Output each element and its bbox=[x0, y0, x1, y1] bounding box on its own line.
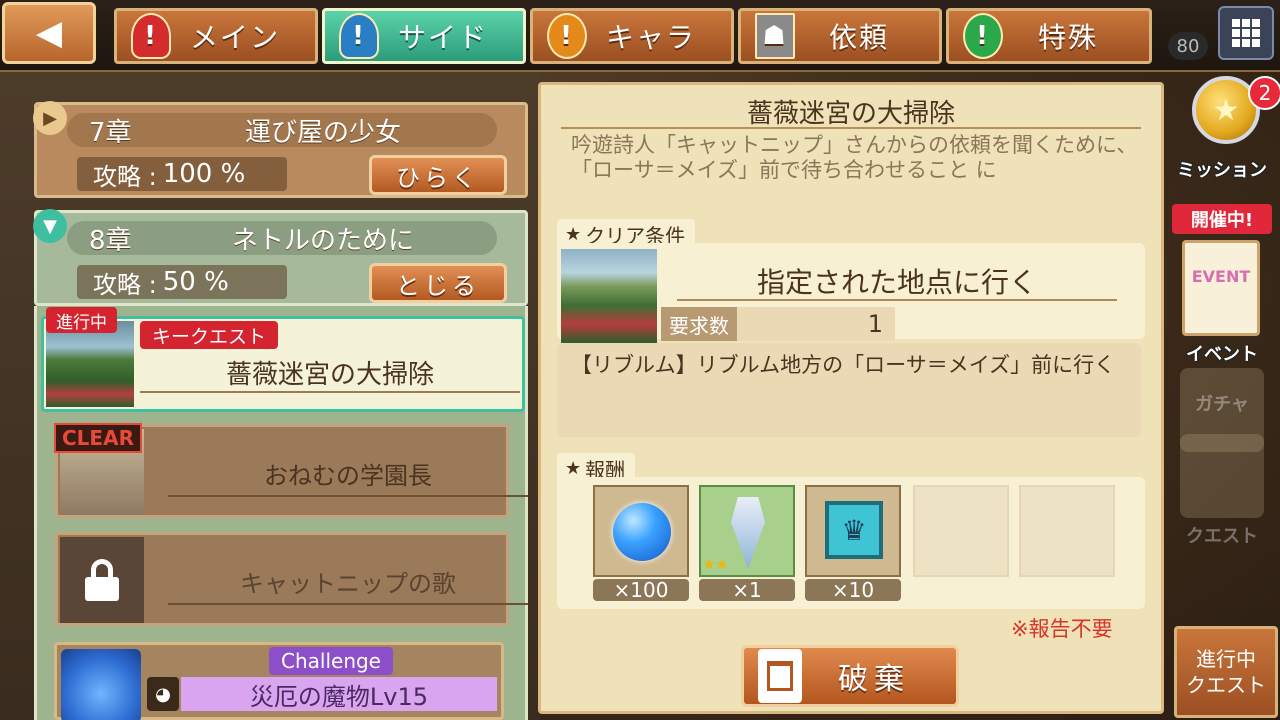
chapter-progress: 攻略 : 50 % bbox=[77, 265, 287, 299]
reward-slot-empty bbox=[913, 485, 1009, 577]
quest-label: クエスト bbox=[1186, 526, 1258, 547]
tab-character[interactable]: ! キャラ bbox=[530, 8, 734, 64]
title-divider bbox=[561, 127, 1141, 129]
progress-label: 攻略 : bbox=[93, 162, 157, 191]
clear-badge: CLEAR bbox=[54, 423, 142, 453]
location-thumbnail bbox=[561, 249, 657, 343]
progress-label: 攻略 : bbox=[93, 270, 157, 299]
status-badge: 進行中 bbox=[46, 307, 117, 333]
detail-description: 吟遊詩人「キャットニップ」さんからの依頼を聞くために、「ローサ＝メイズ」前で待ち… bbox=[571, 133, 1138, 182]
quest-item-cleared[interactable]: CLEAR おねむの学園長 bbox=[54, 423, 528, 518]
event-label: イベント bbox=[1186, 344, 1258, 365]
event-button[interactable]: EVENT bbox=[1182, 240, 1260, 336]
detail-title: 薔薇迷宮の大掃除 bbox=[746, 99, 955, 129]
tab-label: キャラ bbox=[605, 21, 696, 54]
star-icon: ★ bbox=[565, 223, 582, 245]
challenge-badge: Challenge bbox=[269, 647, 393, 675]
reward-quantity: ×100 bbox=[593, 578, 689, 602]
top-nav-bar: ◀ ! メイン ! サイド ! キャラ ☗ 依頼 ! 特殊 80 bbox=[0, 0, 1280, 72]
quest-item-locked[interactable]: キャットニップの歌 bbox=[55, 532, 528, 626]
chapter-progress: 攻略 : 100 % bbox=[77, 157, 287, 191]
chapter-name: ネトルのために bbox=[231, 225, 414, 256]
back-button[interactable]: ◀ bbox=[2, 2, 96, 64]
chapter-7[interactable]: ▶ 7章 運び屋の少女 攻略 : 100 % ひらく bbox=[33, 101, 528, 198]
clear-condition-box: 指定された地点に行く 要求数 1 bbox=[557, 243, 1145, 343]
required-count-row: 要求数 1 bbox=[661, 307, 895, 341]
tab-main[interactable]: ! メイン bbox=[114, 8, 318, 64]
quest-detail-panel: 薔薇迷宮の大掃除 吟遊詩人「キャットニップ」さんからの依頼を聞くために、「ローサ… bbox=[538, 82, 1164, 714]
orb-icon bbox=[613, 503, 671, 561]
progress-value: 50 % bbox=[162, 267, 229, 297]
mission-label: ミッション bbox=[1177, 160, 1267, 181]
reward-quantity: ×10 bbox=[805, 578, 901, 602]
reward-slot-empty bbox=[1019, 485, 1115, 577]
quest-item-challenge[interactable]: Challenge ◕ 災厄の魔物Lv15 bbox=[54, 642, 504, 720]
right-rail: ★ 2 ミッション 開催中! EVENT イベント ガチャ クエスト 進行中 ク… bbox=[1164, 72, 1280, 720]
count-badge: 80 bbox=[1168, 32, 1208, 60]
chapter-title-bar: 7章 運び屋の少女 bbox=[67, 113, 497, 148]
expand-arrow-icon: ▶ bbox=[33, 101, 67, 135]
back-arrow-icon: ◀ bbox=[35, 13, 63, 53]
open-chapter-button[interactable]: ひらく bbox=[369, 155, 507, 195]
monster-avatar bbox=[61, 649, 141, 720]
quest-name: 災厄の魔物Lv15 bbox=[181, 677, 497, 711]
crown-icon: ♛ bbox=[825, 501, 883, 559]
event-card-text: EVENT bbox=[1191, 267, 1251, 286]
tab-special[interactable]: ! 特殊 bbox=[946, 8, 1152, 64]
quest-name: おねむの学園長 bbox=[168, 451, 528, 497]
progress-value: 100 % bbox=[162, 159, 246, 189]
tab-label: 依頼 bbox=[828, 21, 889, 54]
required-label: 要求数 bbox=[661, 307, 737, 341]
tab-label: メイン bbox=[189, 21, 280, 54]
trash-icon bbox=[758, 649, 802, 703]
condition-text: 指定された地点に行く bbox=[677, 261, 1117, 301]
chapter-8[interactable]: ▼ 8章 ネトルのために 攻略 : 50 % とじる bbox=[33, 209, 528, 306]
no-report-note: ※報告不要 bbox=[1011, 617, 1113, 641]
menu-grid-button[interactable] bbox=[1218, 6, 1274, 60]
quest-type-badge: キークエスト bbox=[140, 321, 279, 349]
quest-name: キャットニップの歌 bbox=[168, 559, 528, 605]
quest-name: 薔薇迷宮の大掃除 bbox=[140, 353, 520, 393]
tab-request[interactable]: ☗ 依頼 bbox=[738, 8, 942, 64]
reward-slot-crown[interactable]: ♛ bbox=[805, 485, 901, 577]
reward-slot-orb[interactable] bbox=[593, 485, 689, 577]
quest-thumbnail bbox=[46, 321, 134, 407]
required-value: 1 bbox=[867, 310, 883, 338]
event-live-badge: 開催中! bbox=[1172, 204, 1272, 234]
chapter-title-bar: 8章 ネトルのために bbox=[67, 221, 497, 256]
reward-quantity: ×1 bbox=[699, 578, 795, 602]
discard-button[interactable]: 破棄 bbox=[741, 645, 959, 707]
lock-icon bbox=[85, 559, 119, 601]
close-chapter-button[interactable]: とじる bbox=[369, 263, 507, 303]
chapter-number: 8章 bbox=[89, 225, 132, 256]
star-icon: ★ bbox=[565, 457, 582, 479]
condition-detail: 【リブルム】リブルム地方の「ローサ＝メイズ」前に行く bbox=[557, 343, 1141, 437]
key-alert-icon: ! bbox=[963, 13, 1003, 59]
alert-icon: ! bbox=[339, 13, 379, 59]
quill-icon bbox=[731, 497, 765, 569]
poster-icon: ☗ bbox=[755, 13, 795, 59]
chapter-number: 7章 bbox=[89, 117, 132, 148]
grid-icon bbox=[1232, 19, 1260, 47]
alert-icon: ! bbox=[131, 13, 171, 59]
tab-label: サイド bbox=[397, 21, 488, 54]
reward-slot-quill[interactable]: ★★ bbox=[699, 485, 795, 577]
gacha-label: ガチャ bbox=[1195, 394, 1249, 415]
cat-icon: ◕ bbox=[147, 677, 179, 711]
collapse-arrow-icon: ▼ bbox=[33, 209, 67, 243]
reward-box: ×100 ★★ ×1 ♛ ×10 bbox=[557, 477, 1145, 609]
quest-item-selected[interactable]: 進行中 キークエスト 薔薇迷宮の大掃除 bbox=[41, 307, 525, 412]
lock-box bbox=[60, 537, 144, 623]
in-progress-quest-button[interactable]: 進行中 クエスト bbox=[1174, 626, 1278, 718]
heart-alert-icon: ! bbox=[547, 13, 587, 59]
tab-label: 特殊 bbox=[1037, 21, 1098, 54]
quest-button[interactable] bbox=[1180, 434, 1264, 518]
discard-label: 破棄 bbox=[838, 662, 910, 697]
chapter-name: 運び屋の少女 bbox=[244, 117, 401, 148]
tab-side[interactable]: ! サイド bbox=[322, 8, 526, 64]
rarity-stars-icon: ★★ bbox=[703, 557, 729, 573]
notification-badge: 2 bbox=[1248, 76, 1280, 110]
